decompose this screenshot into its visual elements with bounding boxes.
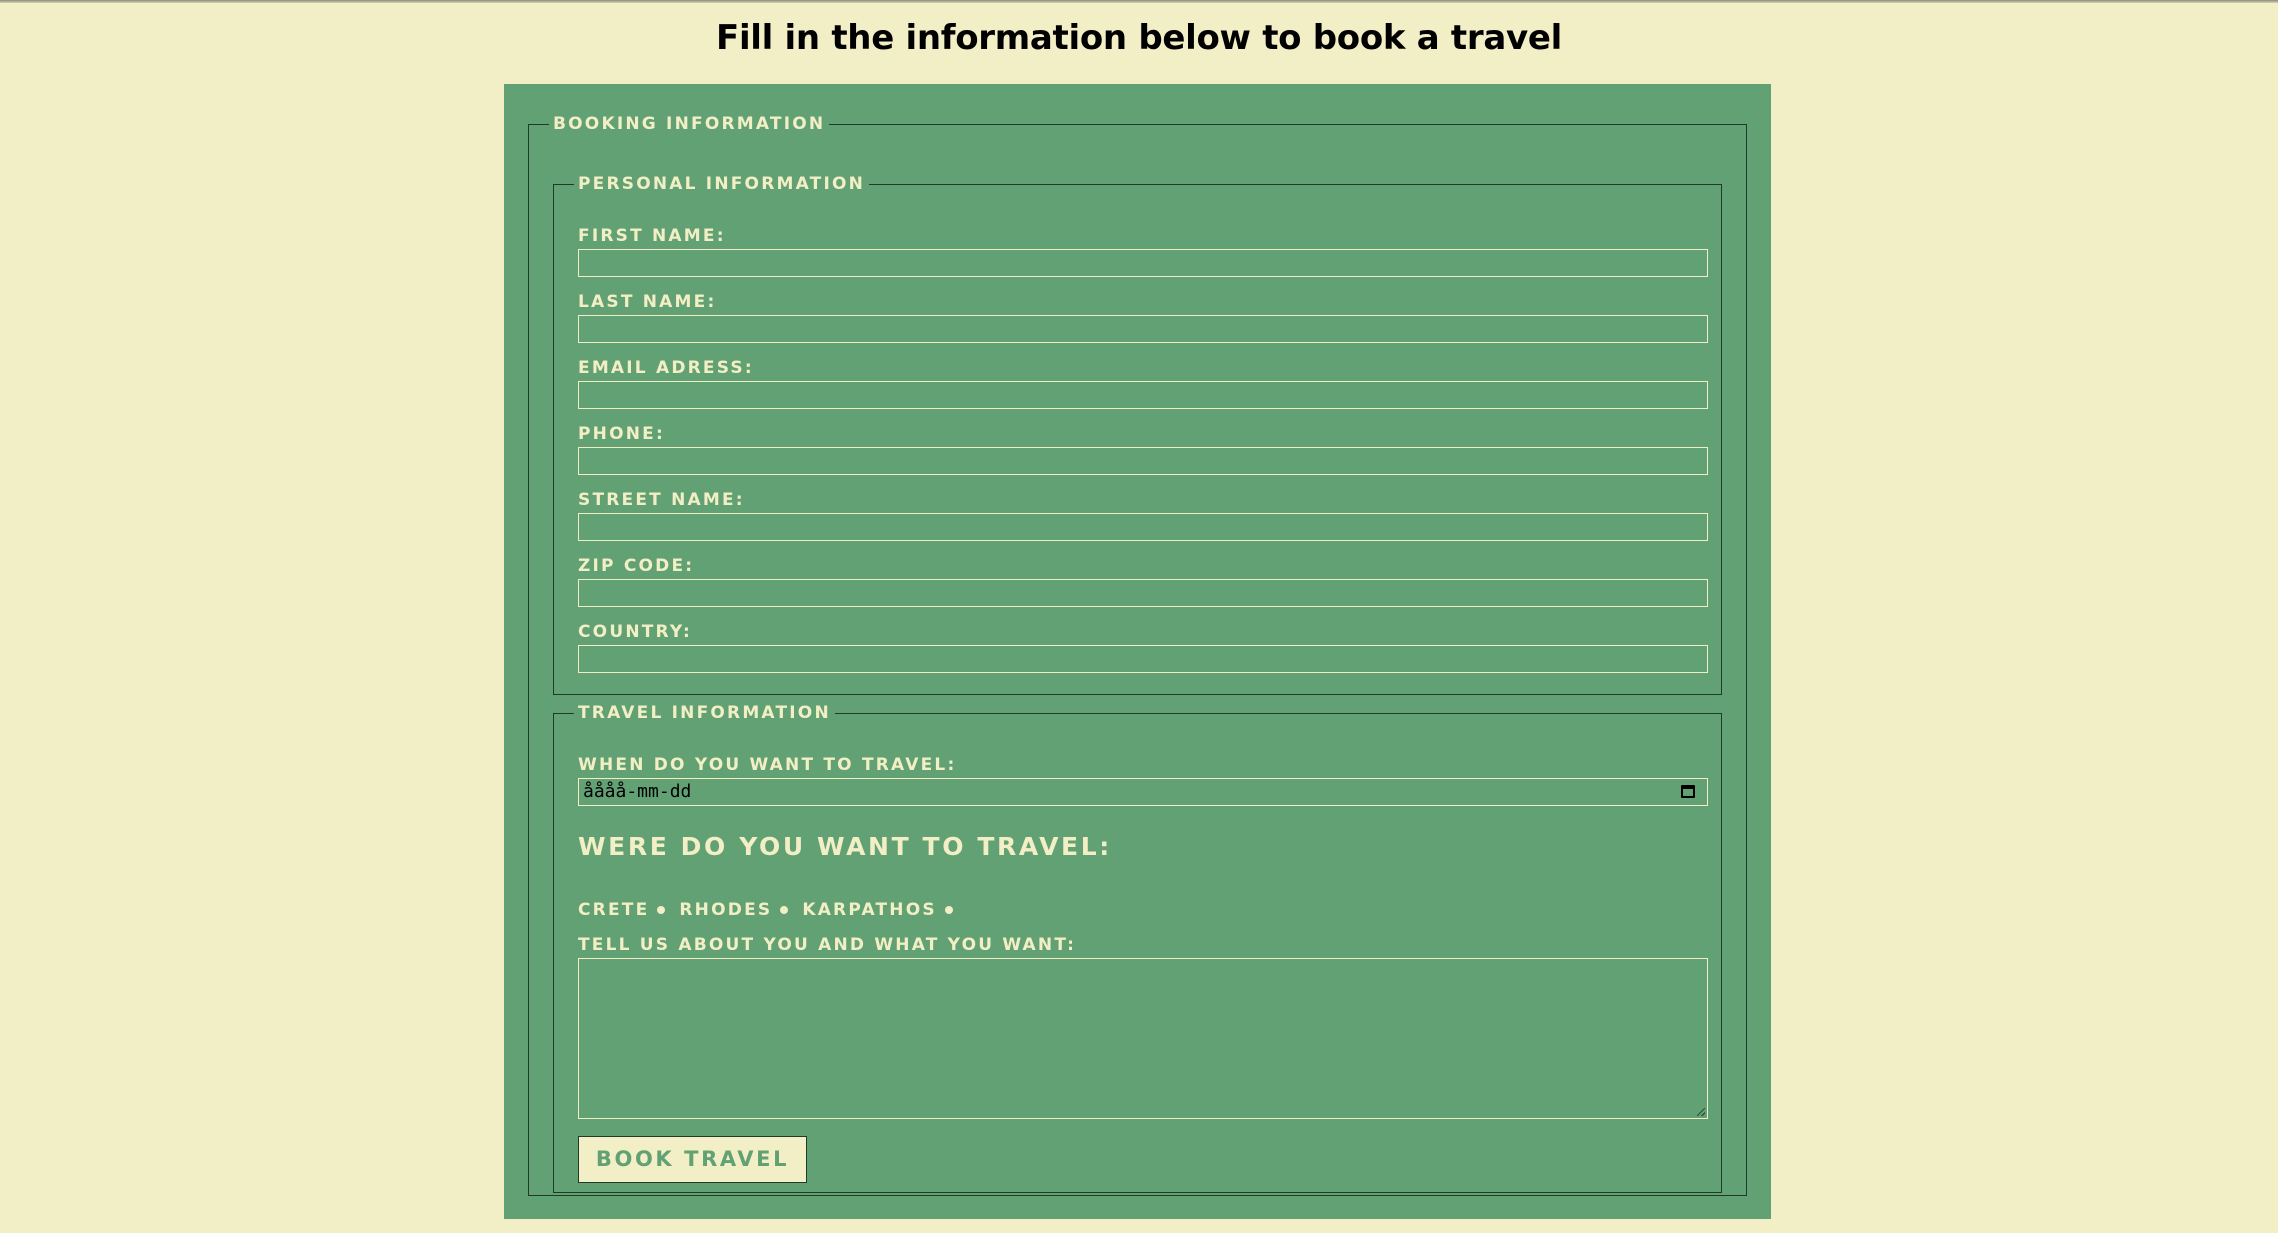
travel-date-placeholder: åååå-mm-dd bbox=[583, 781, 692, 802]
country-label: COUNTRY: bbox=[578, 622, 692, 642]
destination-radio-karpathos[interactable] bbox=[944, 906, 953, 914]
travel-date-label: WHEN DO YOU WANT TO TRAVEL: bbox=[578, 755, 957, 775]
destination-label-rhodes: RHODES bbox=[679, 900, 773, 920]
phone-label: PHONE: bbox=[578, 424, 665, 444]
street-name-label: STREET NAME: bbox=[578, 490, 745, 510]
resize-grip-icon[interactable] bbox=[1697, 1108, 1705, 1116]
phone-input[interactable] bbox=[578, 447, 1708, 475]
zip-code-input[interactable] bbox=[578, 579, 1708, 607]
last-name-label: LAST NAME: bbox=[578, 292, 717, 312]
street-name-input[interactable] bbox=[578, 513, 1708, 541]
country-input[interactable] bbox=[578, 645, 1708, 673]
first-name-label: FIRST NAME: bbox=[578, 226, 726, 246]
destination-heading: WERE DO YOU WANT TO TRAVEL: bbox=[578, 832, 1112, 861]
travel-legend: TRAVEL INFORMATION bbox=[578, 703, 831, 723]
page-title: Fill in the information below to book a … bbox=[716, 18, 1562, 58]
about-label: TELL US ABOUT YOU AND WHAT YOU WANT: bbox=[578, 935, 1077, 955]
destination-radio-rhodes[interactable] bbox=[780, 906, 789, 914]
booking-fieldset: BOOKING INFORMATION PERSONAL INFORMATION… bbox=[528, 115, 1747, 1196]
zip-code-label: ZIP CODE: bbox=[578, 556, 695, 576]
book-travel-button[interactable]: BOOK TRAVEL bbox=[578, 1136, 807, 1183]
calendar-icon[interactable] bbox=[1681, 785, 1695, 798]
booking-legend: BOOKING INFORMATION bbox=[553, 114, 826, 134]
travel-date-input[interactable]: åååå-mm-dd bbox=[578, 778, 1708, 806]
browser-top-edge bbox=[0, 0, 2278, 3]
destination-options: CRETE RHODES KARPATHOS bbox=[578, 901, 967, 919]
personal-fieldset: PERSONAL INFORMATION FIRST NAME: LAST NA… bbox=[553, 175, 1722, 695]
about-textarea[interactable] bbox=[578, 958, 1708, 1119]
email-input[interactable] bbox=[578, 381, 1708, 409]
email-label: EMAIL ADRESS: bbox=[578, 358, 754, 378]
destination-label-karpathos: KARPATHOS bbox=[802, 900, 937, 920]
booking-panel: BOOKING INFORMATION PERSONAL INFORMATION… bbox=[504, 84, 1771, 1219]
destination-label-crete: CRETE bbox=[578, 900, 650, 920]
last-name-input[interactable] bbox=[578, 315, 1708, 343]
destination-radio-crete[interactable] bbox=[657, 906, 666, 914]
travel-fieldset: TRAVEL INFORMATION WHEN DO YOU WANT TO T… bbox=[553, 704, 1722, 1193]
personal-legend: PERSONAL INFORMATION bbox=[578, 174, 866, 194]
first-name-input[interactable] bbox=[578, 249, 1708, 277]
